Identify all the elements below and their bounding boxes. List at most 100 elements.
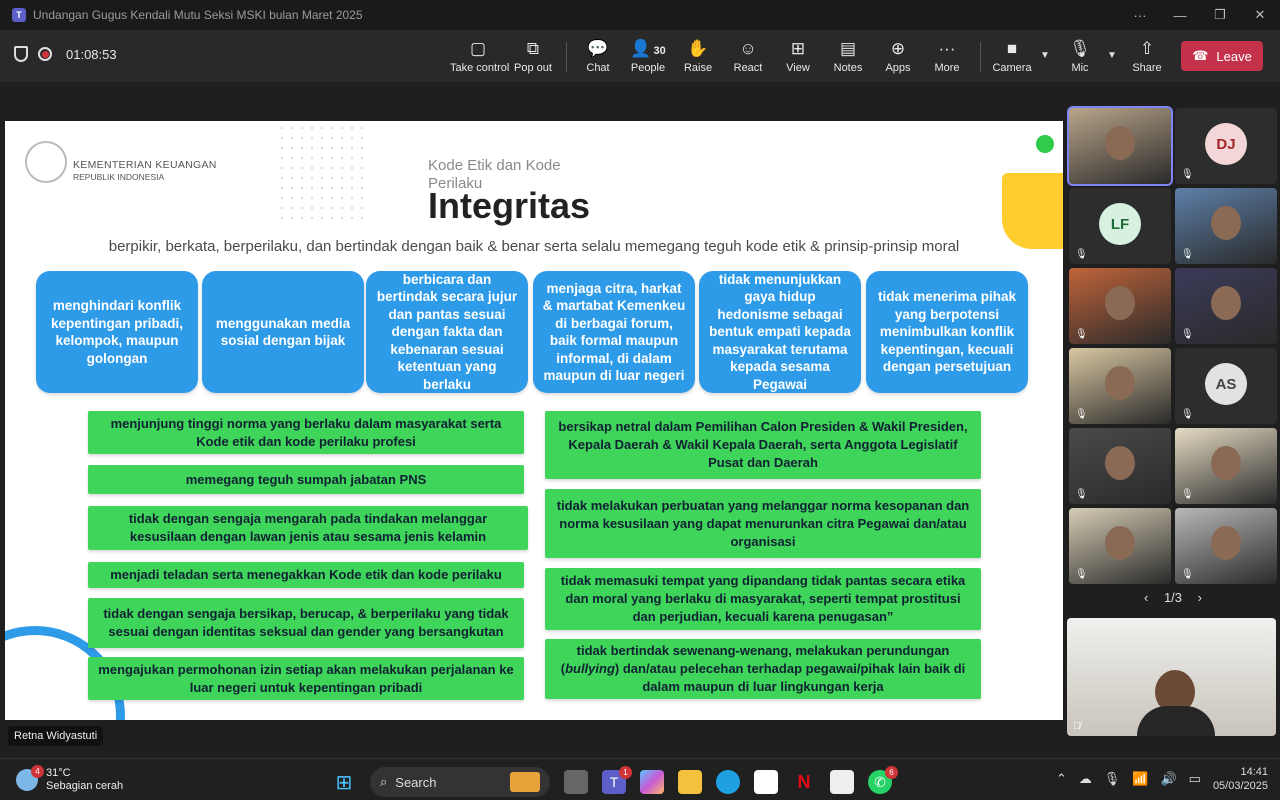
- gallery-pager: ‹ 1/3 ›: [1143, 590, 1202, 605]
- participant-tile[interactable]: LF 🎙: [1069, 188, 1171, 264]
- participant-tile[interactable]: AS 🎙: [1175, 348, 1277, 424]
- title-bar: T Undangan Gugus Kendali Mutu Seksi MSKI…: [0, 0, 1280, 30]
- chat-button[interactable]: 💬 Chat: [570, 38, 626, 74]
- person-head: [1211, 446, 1241, 480]
- camera-options-chevron-icon[interactable]: ▼: [1040, 50, 1050, 61]
- raise-hand-button[interactable]: ✋ Raise: [670, 38, 726, 74]
- notes-icon: ▤: [839, 39, 857, 58]
- search-highlight-icon: [510, 772, 540, 792]
- participant-avatar: LF: [1099, 203, 1141, 245]
- copilot-icon[interactable]: [640, 770, 664, 794]
- more-options-icon[interactable]: ···: [1120, 8, 1160, 23]
- recording-area: 01:08:53: [14, 46, 117, 62]
- dot-pattern-decoration: [277, 123, 367, 219]
- store-icon[interactable]: [830, 770, 854, 794]
- mic-muted-icon[interactable]: 🎙: [1104, 771, 1121, 787]
- volume-icon[interactable]: 🔊: [1160, 771, 1176, 787]
- taskbar-search[interactable]: ⌕ Search: [370, 767, 550, 797]
- participant-tile[interactable]: 🎙: [1175, 268, 1277, 344]
- mic-off-icon: 🎙: [1181, 409, 1194, 420]
- wifi-icon[interactable]: 📶: [1132, 771, 1148, 787]
- teams-icon[interactable]: T1: [602, 766, 632, 794]
- view-button[interactable]: ⊞ View: [770, 38, 826, 74]
- task-view-icon[interactable]: [564, 770, 588, 794]
- weather-desc: Sebagian cerah: [46, 780, 124, 792]
- share-button[interactable]: ⇧ Share: [1119, 38, 1175, 74]
- recording-icon[interactable]: [38, 47, 52, 61]
- participant-tile[interactable]: DJ 🎙: [1175, 108, 1277, 184]
- windows-taskbar: 4 31°C Sebagian cerah ⊞ ⌕ Search T1 N ✆ 6…: [0, 758, 1280, 800]
- react-button[interactable]: ☺ React: [720, 38, 776, 74]
- people-button[interactable]: 👤 30 People: [620, 38, 676, 74]
- prev-page-chevron-icon[interactable]: ‹: [1144, 590, 1148, 605]
- kemenkeu-logo-icon: [25, 141, 67, 183]
- person-head: [1211, 286, 1241, 320]
- search-icon: ⌕: [380, 774, 388, 789]
- document-icon[interactable]: [754, 770, 778, 794]
- person-head: [1105, 126, 1135, 160]
- toolbar-divider: [566, 42, 567, 72]
- speaker-name-label: Retna Widyastuti: [8, 726, 104, 746]
- person-body: [1137, 706, 1215, 736]
- person-head: [1211, 526, 1241, 560]
- phone-hangup-icon: ☎: [1192, 48, 1209, 63]
- participant-avatar: DJ: [1205, 123, 1247, 165]
- camera-button[interactable]: ■ Camera: [984, 38, 1040, 74]
- take-control-button[interactable]: ▢ Take control: [450, 38, 509, 74]
- mic-off-icon: 🎙: [1181, 249, 1194, 260]
- participant-tile[interactable]: 🎙: [1175, 428, 1277, 504]
- weather-widget[interactable]: 4 31°C Sebagian cerah: [16, 765, 124, 793]
- presentation-slide: KEMENTERIAN KEUANGAN REPUBLIK INDONESIA …: [5, 121, 1063, 720]
- green-box-left: menjadi teladan serta menegakkan Kode et…: [88, 562, 524, 588]
- edge-icon[interactable]: [716, 770, 740, 794]
- maximize-button[interactable]: ❐: [1200, 7, 1240, 23]
- chat-icon: 💬: [587, 39, 609, 58]
- mic-options-chevron-icon[interactable]: ▼: [1107, 50, 1117, 61]
- minimize-button[interactable]: —: [1160, 8, 1200, 23]
- view-icon: ⊞: [790, 39, 806, 58]
- mic-off-icon: 🎙: [1075, 329, 1088, 340]
- mic-off-icon: 🎙: [1075, 249, 1088, 260]
- more-button[interactable]: ··· More: [919, 38, 975, 74]
- close-button[interactable]: ✕: [1240, 7, 1280, 23]
- battery-icon[interactable]: ▭: [1189, 771, 1201, 787]
- mic-button[interactable]: 🎙 Mic: [1052, 38, 1108, 74]
- notes-button[interactable]: ▤ Notes: [820, 38, 876, 74]
- file-explorer-icon[interactable]: [678, 770, 702, 794]
- windows-start-icon[interactable]: ⊞: [332, 770, 356, 794]
- take-control-icon: ▢: [469, 39, 487, 58]
- slide-subtitle: berpikir, berkata, berperilaku, dan bert…: [108, 238, 960, 255]
- people-count: 30: [653, 45, 666, 57]
- whatsapp-icon[interactable]: ✆ 6: [868, 766, 898, 794]
- green-box-left: memegang teguh sumpah jabatan PNS: [88, 465, 524, 494]
- shield-icon[interactable]: [14, 46, 28, 62]
- blue-box: menghindari konflik kepentingan pribadi,…: [36, 271, 198, 393]
- meeting-timer: 01:08:53: [66, 46, 117, 62]
- green-box-right: tidak memasuki tempat yang dipandang tid…: [545, 568, 981, 630]
- mic-off-icon: 🎙: [1069, 39, 1091, 58]
- green-dot-decoration: [1036, 135, 1054, 153]
- onedrive-icon[interactable]: ☁: [1079, 771, 1092, 787]
- netflix-icon[interactable]: N: [792, 770, 816, 794]
- react-icon: ☺: [739, 39, 757, 58]
- next-page-chevron-icon[interactable]: ›: [1198, 590, 1202, 605]
- participant-tile[interactable]: 🎙: [1175, 188, 1277, 264]
- participant-tile[interactable]: 🎙: [1069, 428, 1171, 504]
- hand-icon: ✋: [687, 39, 709, 58]
- participant-tile[interactable]: 🎙: [1069, 508, 1171, 584]
- participant-tile[interactable]: 🎙: [1175, 508, 1277, 584]
- clock[interactable]: 14:41 05/03/2025: [1213, 765, 1268, 793]
- apps-icon: ⊕: [890, 39, 906, 58]
- mic-off-icon: 🎙: [1181, 569, 1194, 580]
- chevron-up-icon[interactable]: ⌃: [1056, 771, 1067, 787]
- pop-out-button[interactable]: ⧉ Pop out: [505, 38, 561, 74]
- taskbar-apps: ⊞ ⌕ Search T1 N ✆ 6: [332, 766, 898, 797]
- org-name: KEMENTERIAN KEUANGAN: [73, 159, 217, 171]
- participant-tile[interactable]: 🎙: [1069, 348, 1171, 424]
- leave-button[interactable]: ☎ Leave: [1181, 41, 1263, 71]
- self-view-video[interactable]: 🎙̸: [1067, 618, 1276, 736]
- participant-tile[interactable]: 🎙: [1069, 268, 1171, 344]
- shared-content-stage: KEMENTERIAN KEUANGAN REPUBLIK INDONESIA …: [0, 82, 1066, 754]
- apps-button[interactable]: ⊕ Apps: [870, 38, 926, 74]
- participant-tile[interactable]: [1067, 106, 1173, 186]
